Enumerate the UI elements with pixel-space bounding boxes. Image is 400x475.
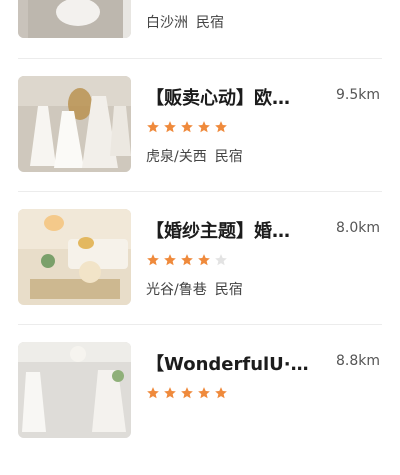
- star-filled-icon: [198, 121, 210, 133]
- listing-title[interactable]: 【婚纱主题】婚…: [146, 217, 326, 241]
- listing-distance: 8.0km: [335, 220, 380, 236]
- star-filled-icon: [147, 387, 159, 399]
- star-filled-icon: [181, 254, 193, 266]
- listing-distance: 8.8km: [335, 353, 380, 369]
- divider: [18, 191, 382, 192]
- star-filled-icon: [147, 254, 159, 266]
- star-filled-icon: [164, 387, 176, 399]
- area-label: 白沙洲: [146, 15, 188, 31]
- listing-thumbnail[interactable]: [18, 342, 131, 438]
- listing-location: 白沙洲 民宿: [146, 12, 224, 32]
- listing-card[interactable]: 白沙洲 民宿: [0, 0, 400, 75]
- divider: [18, 58, 382, 59]
- star-filled-icon: [181, 387, 193, 399]
- listing-card[interactable]: 【WonderfulU·… 8.8km: [0, 342, 400, 475]
- listing-title[interactable]: 【贩卖心动】欧…: [146, 84, 326, 108]
- star-filled-icon: [147, 121, 159, 133]
- listing-location: 光谷/鲁巷 民宿: [146, 279, 243, 299]
- star-filled-icon: [215, 387, 227, 399]
- category-label: 民宿: [196, 15, 224, 31]
- rating-stars: [146, 386, 228, 400]
- star-filled-icon: [181, 121, 193, 133]
- listing-location: 虎泉/关西 民宿: [146, 146, 243, 166]
- rating-stars: [146, 120, 228, 134]
- listing-thumbnail[interactable]: [18, 209, 131, 305]
- star-empty-icon: [215, 254, 227, 266]
- listing-thumbnail[interactable]: [18, 0, 131, 38]
- listing-card[interactable]: 【贩卖心动】欧… 9.5km 虎泉/关西 民宿: [0, 76, 400, 209]
- listing-card[interactable]: 【婚纱主题】婚… 8.0km 光谷/鲁巷 民宿: [0, 209, 400, 342]
- listing-title[interactable]: 【WonderfulU·…: [146, 350, 326, 374]
- star-filled-icon: [198, 387, 210, 399]
- area-label: 光谷/鲁巷: [146, 282, 207, 298]
- category-label: 民宿: [214, 282, 243, 298]
- divider: [18, 324, 382, 325]
- star-filled-icon: [198, 254, 210, 266]
- listing-distance: 9.5km: [335, 87, 380, 103]
- rating-stars: [146, 253, 228, 267]
- star-filled-icon: [164, 254, 176, 266]
- listing-thumbnail[interactable]: [18, 76, 131, 172]
- star-filled-icon: [164, 121, 176, 133]
- area-label: 虎泉/关西: [146, 149, 207, 165]
- listing-list: 白沙洲 民宿 【贩卖心动】欧… 9.5km 虎泉/关西 民宿 【婚纱主题】婚… …: [0, 0, 400, 438]
- star-filled-icon: [215, 121, 227, 133]
- category-label: 民宿: [214, 149, 243, 165]
